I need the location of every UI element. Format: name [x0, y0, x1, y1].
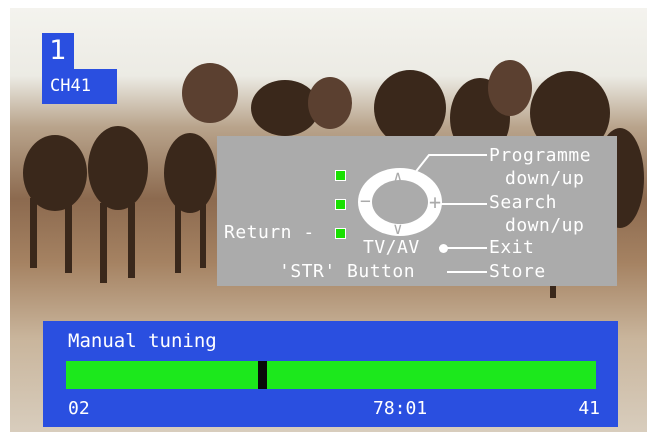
channel-name: CH41 — [42, 69, 117, 104]
search-sublabel: down/up — [505, 215, 585, 236]
programme-label: Programme — [489, 145, 592, 166]
str-button-label: 'STR' Button — [279, 261, 416, 282]
remote-guide-panel: ∧ ∨ − + Programme down/up Search down/up… — [217, 136, 617, 286]
pad-up-arrow: ∧ — [393, 167, 404, 186]
store-label: Store — [489, 261, 546, 282]
tuning-progress-bar — [66, 361, 596, 389]
tuning-end-value: 41 — [578, 398, 600, 419]
tvav-label: TV/AV — [363, 237, 420, 258]
tuning-frequency: 78:01 — [373, 398, 428, 419]
tv-screen: 1 CH41 ∧ ∨ − + Programme down/up Search … — [0, 0, 655, 437]
tuning-title: Manual tuning — [68, 330, 217, 352]
return-label: Return - — [224, 222, 315, 243]
pad-plus-symbol: + — [429, 190, 442, 214]
channel-number: 1 — [42, 33, 74, 69]
tuning-start-value: 02 — [68, 398, 90, 419]
pad-minus-symbol: − — [360, 191, 372, 212]
programme-sublabel: down/up — [505, 168, 585, 189]
manual-tuning-panel: Manual tuning 02 78:01 41 — [43, 321, 618, 427]
indicator-green-2 — [335, 199, 346, 210]
exit-label: Exit — [489, 237, 535, 258]
search-label: Search — [489, 192, 558, 213]
indicator-green-3 — [335, 228, 346, 239]
dot-icon — [439, 244, 448, 253]
indicator-green-1 — [335, 170, 346, 181]
tuning-position-marker — [258, 361, 267, 389]
